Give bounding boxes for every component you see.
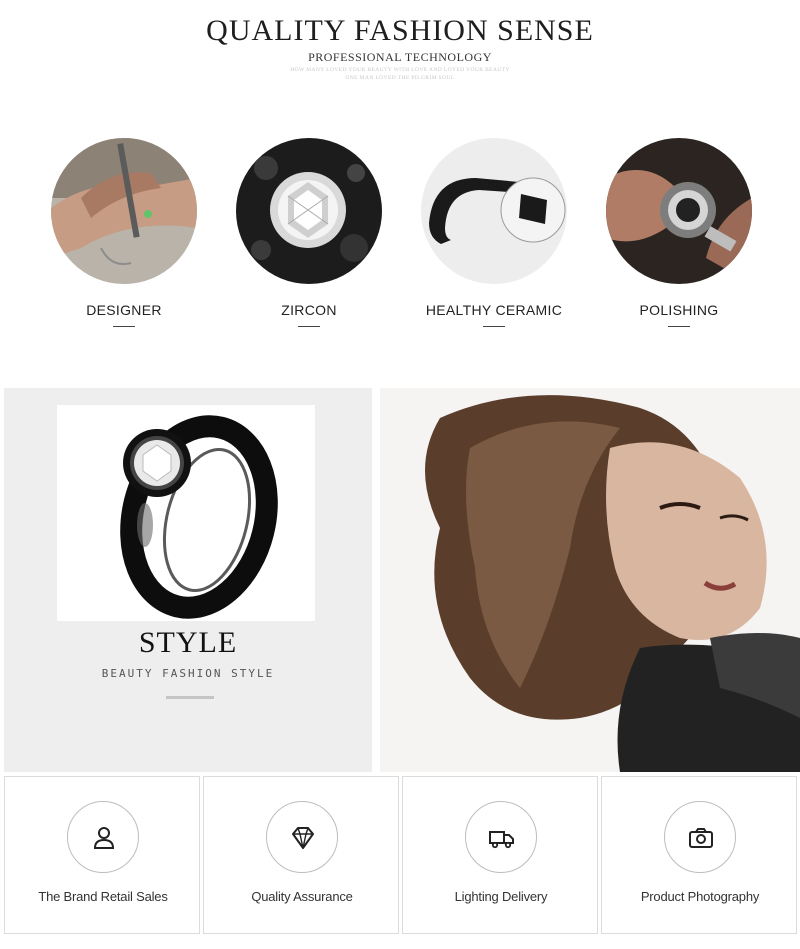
style-panel: STYLE BEAUTY FASHION STYLE — [4, 388, 372, 772]
feature-zircon: ZIRCON — [234, 138, 384, 338]
truck-icon — [489, 831, 514, 849]
feature-divider — [113, 326, 135, 327]
service-card-quality: Quality Assurance — [203, 776, 399, 934]
feature-label: ZIRCON — [281, 302, 337, 318]
header: QUALITY FASHION SENSE PROFESSIONAL TECHN… — [0, 0, 800, 100]
feature-divider — [298, 326, 320, 327]
camera-icon — [689, 828, 713, 848]
feature-label: HEALTHY CERAMIC — [425, 302, 563, 318]
feature-healthy-ceramic: HEALTHY CERAMIC — [419, 138, 569, 338]
ceramic-ring-photo — [421, 138, 567, 284]
feature-designer: DESIGNER — [49, 138, 199, 338]
zircon-photo — [236, 138, 382, 284]
style-subtitle: BEAUTY FASHION STYLE — [101, 667, 275, 680]
user-icon — [93, 827, 115, 849]
service-label: Quality Assurance — [251, 889, 353, 904]
style-title: STYLE — [138, 626, 238, 659]
service-label: Lighting Delivery — [454, 889, 548, 904]
feature-label: POLISHING — [639, 302, 719, 318]
service-icon-circle — [67, 801, 139, 873]
feature-divider — [668, 326, 690, 327]
service-card-retail: The Brand Retail Sales — [4, 776, 200, 934]
feature-polishing: POLISHING — [604, 138, 754, 338]
style-divider — [166, 696, 214, 699]
tagline-line-2: ONE MAN LOVED THE PILGRIM SOUL — [345, 75, 455, 81]
service-label: Product Photography — [640, 889, 760, 904]
diamond-icon — [292, 827, 314, 849]
feature-divider — [483, 326, 505, 327]
service-icon-circle — [266, 801, 338, 873]
service-icon-circle — [664, 801, 736, 873]
feature-label: DESIGNER — [86, 302, 162, 318]
tagline-line-1: HOW MANY LOVED YOUR BEAUTY WITH LOVE AND… — [290, 67, 510, 73]
model-photo — [380, 388, 800, 772]
service-card-photography: Product Photography — [601, 776, 797, 934]
page-title: QUALITY FASHION SENSE — [206, 14, 594, 47]
page-subtitle: PROFESSIONAL TECHNOLOGY — [308, 50, 492, 64]
ring-product-image — [57, 405, 315, 621]
polishing-photo — [606, 138, 752, 284]
service-icon-circle — [465, 801, 537, 873]
service-label: The Brand Retail Sales — [38, 889, 168, 904]
designer-photo — [51, 138, 197, 284]
service-card-delivery: Lighting Delivery — [402, 776, 598, 934]
